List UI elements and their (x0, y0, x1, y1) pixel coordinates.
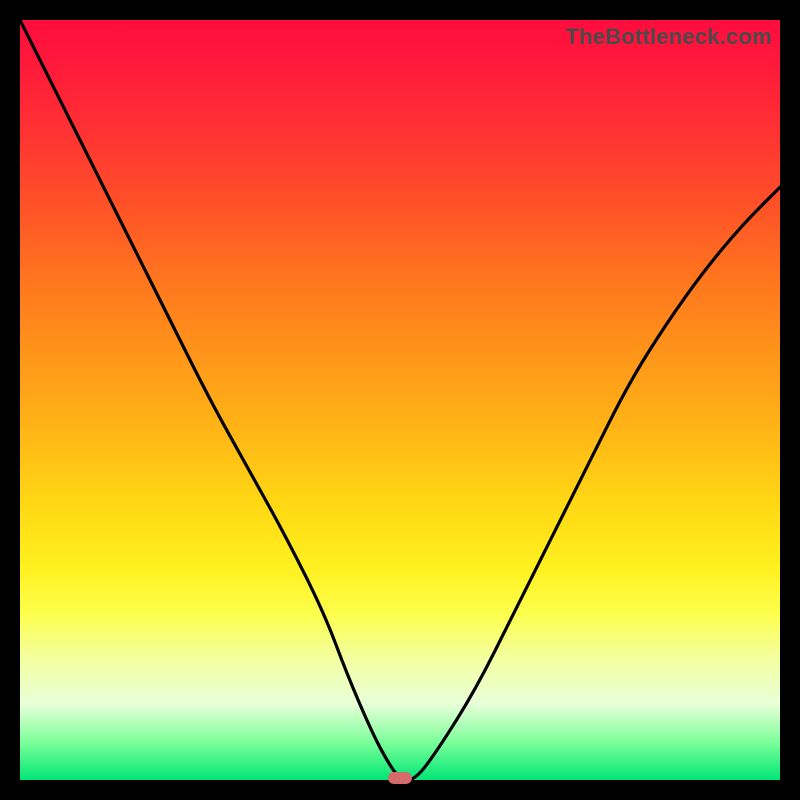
chart-frame: TheBottleneck.com (0, 0, 800, 800)
bottleneck-curve (20, 20, 780, 780)
plot-area: TheBottleneck.com (20, 20, 780, 780)
optimal-point-marker (388, 772, 412, 784)
